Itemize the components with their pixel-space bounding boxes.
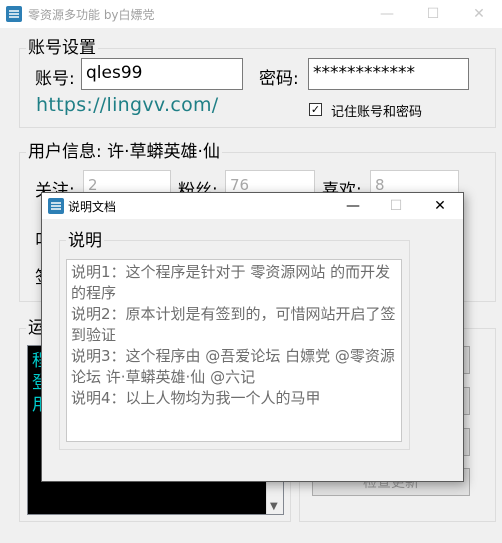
username-input[interactable]: qles99 (81, 58, 243, 90)
scroll-down-arrow-icon[interactable]: ▼ (270, 501, 278, 512)
app-logo-icon (6, 6, 22, 22)
minimize-button[interactable]: — (364, 0, 410, 28)
password-label: 密码: (259, 69, 299, 89)
dialog-group-title: 说明 (66, 231, 104, 251)
dialog-title: 说明文档 (68, 200, 117, 214)
help-line: 说明3：这个程序由 @吾爱论坛 白嫖党 @零资源论坛 许·草蟒英雄·仙 @六记 (71, 347, 395, 386)
site-link[interactable]: https://lingvv.com/ (36, 94, 219, 116)
help-line: 说明1：这个程序是针对于 零资源网站 的而开发的程序 (71, 263, 391, 302)
document-icon (48, 198, 64, 214)
username-label: 账号: (35, 69, 75, 89)
dialog-title-bar[interactable]: 说明文档 — ☐ ✕ (42, 193, 463, 219)
main-title-bar[interactable]: 零资源多功能 by白嫖党 — ☐ ✕ (0, 0, 502, 28)
help-line: 说明2：原本计划是有签到的，可惜网站开启了签到验证 (71, 305, 396, 344)
remember-label: 记住账号和密码 (331, 105, 423, 120)
dialog-maximize-button[interactable]: ☐ (376, 193, 416, 219)
help-text-area[interactable]: 说明1：这个程序是针对于 零资源网站 的而开发的程序 说明2：原本计划是有签到的… (66, 259, 402, 442)
help-dialog[interactable]: 说明文档 — ☐ ✕ 说明 说明1：这个程序是针对于 零资源网站 的而开发的程序… (41, 192, 464, 482)
help-line: 说明4：以上人物均为我一个人的马甲 (71, 389, 321, 407)
dialog-close-button[interactable]: ✕ (420, 193, 460, 219)
maximize-button[interactable]: ☐ (410, 0, 456, 28)
dialog-minimize-button[interactable]: — (333, 193, 373, 219)
close-button[interactable]: ✕ (456, 0, 502, 28)
account-group-title: 账号设置 (26, 38, 98, 58)
window-title: 零资源多功能 by白嫖党 (28, 8, 155, 22)
user-info-group-title: 用户信息: 许·草蟒英雄·仙 (26, 142, 222, 162)
password-input[interactable]: ************ (308, 58, 469, 90)
checkmark-icon: ✓ (310, 103, 321, 116)
remember-checkbox[interactable]: ✓ (309, 103, 322, 116)
